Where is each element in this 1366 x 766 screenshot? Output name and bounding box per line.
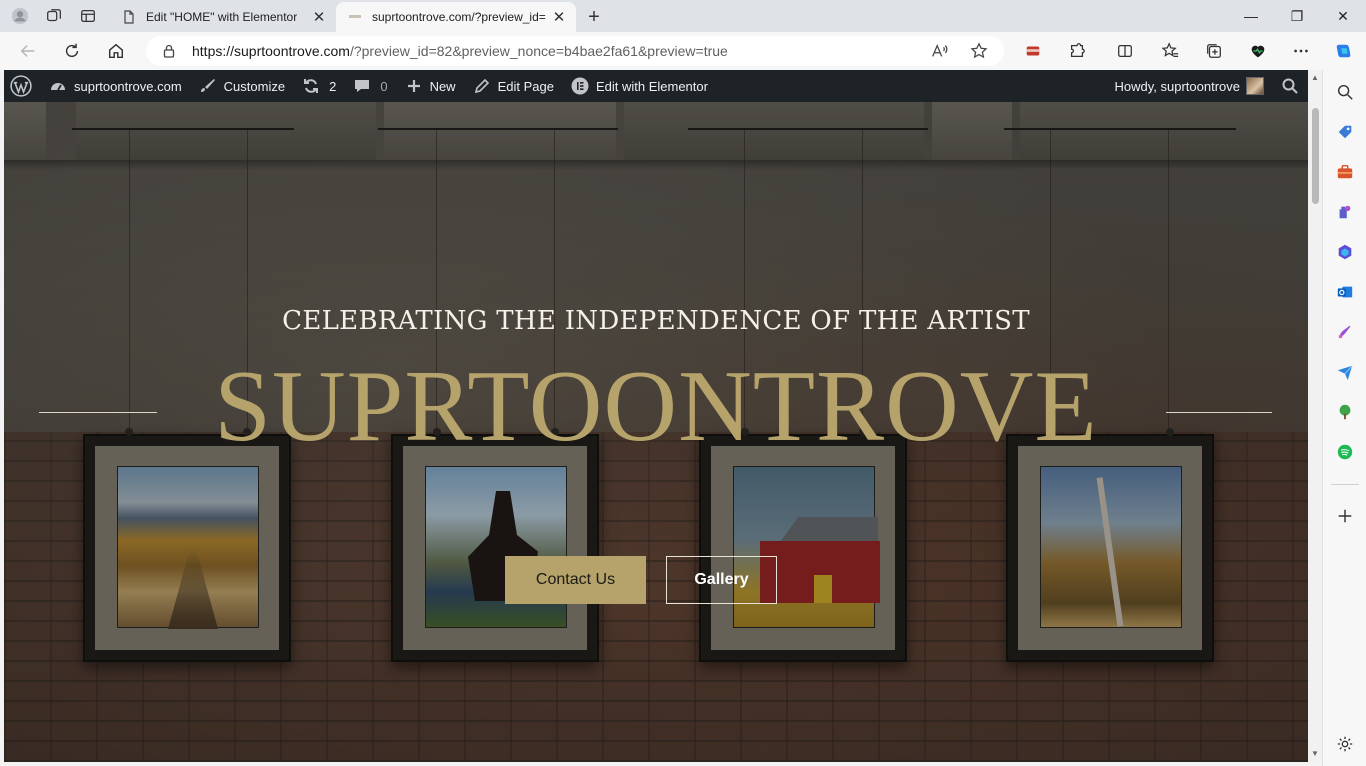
admin-bar-right: Howdy, suprtoontrove bbox=[1107, 70, 1309, 102]
browser-tab-strip: Edit "HOME" with Elementor ✕ suprtoontro… bbox=[0, 0, 1366, 32]
new-tab-button[interactable]: + bbox=[580, 3, 608, 31]
hero-subtitle: CELEBRATING THE INDEPENDENCE OF THE ARTI… bbox=[282, 306, 1030, 336]
add-icon[interactable] bbox=[1334, 505, 1356, 527]
elementor-icon bbox=[571, 77, 589, 95]
tag-icon[interactable] bbox=[1334, 121, 1356, 143]
avatar bbox=[1246, 77, 1264, 95]
games-icon[interactable] bbox=[1334, 201, 1356, 223]
back-icon[interactable] bbox=[12, 35, 44, 67]
gallery-button[interactable]: Gallery bbox=[666, 556, 777, 604]
read-aloud-icon[interactable] bbox=[930, 42, 948, 60]
close-tab-icon[interactable]: ✕ bbox=[310, 8, 328, 26]
my-account-menu[interactable]: Howdy, suprtoontrove bbox=[1107, 70, 1273, 102]
url-path: /?preview_id=82&preview_nonce=b4bae2fa61… bbox=[349, 43, 728, 59]
more-options-icon[interactable] bbox=[1286, 36, 1316, 66]
site-name-label: suprtoontrove.com bbox=[74, 78, 182, 94]
copilot-icon[interactable] bbox=[1329, 36, 1359, 66]
site-name-menu[interactable]: suprtoontrove.com bbox=[40, 70, 190, 102]
split-screen-icon[interactable] bbox=[1110, 36, 1140, 66]
page-scrollbar[interactable]: ▲ ▼ bbox=[1308, 70, 1322, 762]
scroll-down-arrow[interactable]: ▼ bbox=[1311, 750, 1319, 758]
wordpress-logo-icon[interactable] bbox=[4, 70, 40, 102]
url-text[interactable]: https://suprtoontrove.com/?preview_id=82… bbox=[192, 43, 728, 59]
edit-elementor-label: Edit with Elementor bbox=[595, 78, 708, 94]
page-viewport: suprtoontrove.com Customize 2 0 New Edit… bbox=[4, 70, 1322, 762]
profile-icon[interactable] bbox=[6, 2, 34, 30]
edge-sidebar bbox=[1322, 70, 1366, 766]
updates-icon bbox=[304, 79, 319, 93]
close-tab-icon[interactable]: ✕ bbox=[550, 8, 568, 26]
tab-edit-home[interactable]: Edit "HOME" with Elementor ✕ bbox=[110, 2, 336, 32]
extensions-icon[interactable] bbox=[1062, 36, 1092, 66]
lock-icon[interactable] bbox=[162, 44, 176, 58]
page-icon bbox=[122, 10, 136, 24]
dashboard-icon bbox=[51, 83, 65, 91]
address-bar[interactable]: https://suprtoontrove.com/?preview_id=82… bbox=[146, 36, 1004, 66]
favorite-star-icon[interactable] bbox=[970, 42, 988, 60]
scroll-up-arrow[interactable]: ▲ bbox=[1311, 74, 1319, 82]
wp-admin-bar: suprtoontrove.com Customize 2 0 New Edit… bbox=[4, 70, 1308, 102]
tab-actions-icon[interactable] bbox=[74, 2, 102, 30]
refresh-icon[interactable] bbox=[56, 35, 88, 67]
new-content-menu[interactable]: New bbox=[396, 70, 464, 102]
tab-preview[interactable]: suprtoontrove.com/?preview_id= ✕ bbox=[336, 2, 576, 32]
collections-icon[interactable] bbox=[1199, 36, 1229, 66]
edit-with-elementor-link[interactable]: Edit with Elementor bbox=[562, 70, 716, 102]
minimize-icon[interactable]: — bbox=[1228, 0, 1274, 32]
updates-count: 2 bbox=[329, 78, 337, 94]
contact-us-button[interactable]: Contact Us bbox=[505, 556, 646, 604]
comments-link[interactable]: 0 bbox=[344, 70, 395, 102]
admin-search-icon[interactable] bbox=[1272, 70, 1308, 102]
edit-page-label: Edit Page bbox=[497, 78, 554, 94]
outlook-icon[interactable] bbox=[1334, 281, 1356, 303]
customize-link[interactable]: Customize bbox=[190, 70, 293, 102]
comments-count: 0 bbox=[380, 78, 388, 94]
search-icon[interactable] bbox=[1334, 81, 1356, 103]
send-icon[interactable] bbox=[1334, 361, 1356, 383]
brush-icon bbox=[200, 79, 215, 92]
close-window-icon[interactable]: ✕ bbox=[1320, 0, 1366, 32]
spotify-icon[interactable] bbox=[1334, 441, 1356, 463]
hero-section: CELEBRATING THE INDEPENDENCE OF THE ARTI… bbox=[4, 102, 1308, 762]
copilot-app-icon[interactable] bbox=[1334, 241, 1356, 263]
plus-icon bbox=[407, 80, 420, 92]
browser-toolbar: https://suprtoontrove.com/?preview_id=82… bbox=[0, 32, 1366, 70]
home-icon[interactable] bbox=[100, 35, 132, 67]
customize-label: Customize bbox=[223, 78, 286, 94]
designer-icon[interactable] bbox=[1334, 321, 1356, 343]
hero-title: SUPRTOONTROVE bbox=[214, 350, 1098, 463]
howdy-label: Howdy, suprtoontrove bbox=[1114, 78, 1241, 94]
tab-title: Edit "HOME" with Elementor bbox=[146, 10, 298, 24]
window-controls: — ❐ ✕ bbox=[1228, 0, 1366, 32]
workspaces-icon[interactable] bbox=[40, 2, 68, 30]
scrollbar-thumb[interactable] bbox=[1312, 108, 1319, 204]
restore-icon[interactable]: ❐ bbox=[1274, 0, 1320, 32]
favorites-icon[interactable] bbox=[1155, 36, 1185, 66]
edit-page-link[interactable]: Edit Page bbox=[464, 70, 562, 102]
briefcase-icon[interactable] bbox=[1334, 161, 1356, 183]
tab-title: suprtoontrove.com/?preview_id= bbox=[372, 10, 546, 24]
tree-icon[interactable] bbox=[1334, 401, 1356, 423]
updates-link[interactable]: 2 bbox=[293, 70, 344, 102]
url-host: https://suprtoontrove.com bbox=[192, 43, 350, 59]
browser-essentials-icon[interactable] bbox=[1243, 36, 1273, 66]
site-favicon bbox=[348, 10, 362, 24]
comment-icon bbox=[355, 80, 370, 92]
extension-red-icon[interactable] bbox=[1018, 36, 1048, 66]
settings-icon[interactable] bbox=[1334, 733, 1356, 755]
sidebar-divider bbox=[1331, 484, 1359, 485]
new-label: New bbox=[429, 78, 456, 94]
pencil-icon bbox=[474, 78, 489, 94]
